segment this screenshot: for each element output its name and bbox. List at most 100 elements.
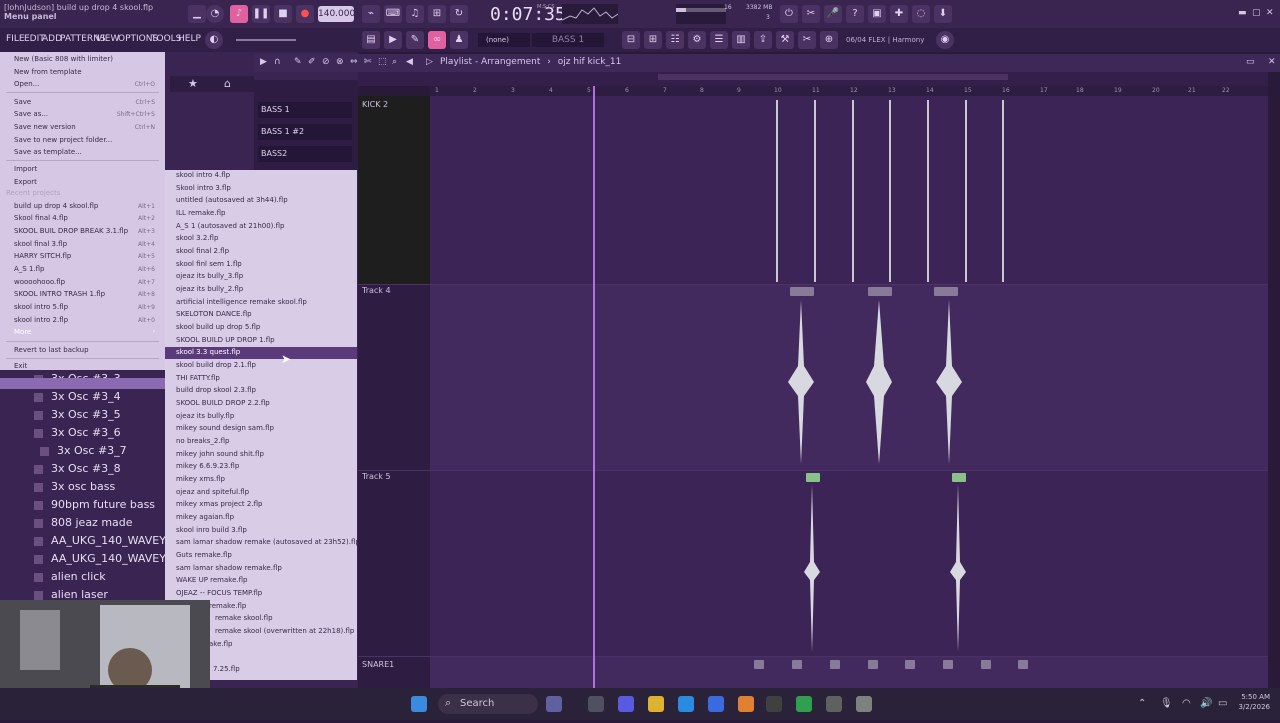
track-lane[interactable] xyxy=(430,96,1268,284)
recent-file[interactable]: skool intro 2.flp xyxy=(14,316,68,324)
pencil-icon[interactable]: ✎ xyxy=(406,31,424,49)
menu-item-export[interactable]: Export xyxy=(14,178,37,186)
mixer-icon[interactable]: ⊟ xyxy=(622,31,640,49)
browser-item[interactable]: 3x Osc #3_8 xyxy=(34,462,121,480)
snap-icon[interactable]: ⌁ xyxy=(362,5,380,23)
step-edit-icon[interactable]: ⊞ xyxy=(428,5,446,23)
recent-file[interactable]: build up drop 4 skool.flp xyxy=(14,202,98,210)
news-ticker[interactable]: 06/04 FLEX | Harmony xyxy=(846,36,924,44)
clip-header[interactable] xyxy=(754,660,764,669)
menu-item-save-version[interactable]: Save new version xyxy=(14,123,76,131)
recent-project[interactable]: remake skool (overwritten at 22h18).flp xyxy=(215,627,354,635)
recent-project[interactable]: mikey xmas project 2.flp xyxy=(176,500,262,508)
recent-project[interactable]: sam lamar shadow remake.flp xyxy=(176,564,282,572)
typing-keyboard-icon[interactable]: ⌨ xyxy=(384,5,402,23)
audio-waveform[interactable] xyxy=(802,482,822,654)
audio-clip[interactable] xyxy=(814,100,816,282)
recent-project[interactable]: skool 3.2.flp xyxy=(176,234,218,242)
recent-project[interactable]: skool final 2.flp xyxy=(176,247,229,255)
select-tool-icon[interactable]: ⬚ xyxy=(378,57,387,67)
stop-button[interactable]: ■ xyxy=(274,5,292,23)
clip-header[interactable] xyxy=(792,660,802,669)
clip-header[interactable] xyxy=(868,660,878,669)
chevron-up-icon[interactable]: ⌃ xyxy=(1138,698,1146,709)
browser-item[interactable]: 3x osc bass xyxy=(34,480,115,498)
channel-selector[interactable]: BASS 1 xyxy=(532,33,604,47)
edge-icon[interactable] xyxy=(678,696,694,712)
piano-icon[interactable]: ☷ xyxy=(666,31,684,49)
file-explorer-icon[interactable] xyxy=(648,696,664,712)
magnet-icon[interactable]: ∩ xyxy=(274,57,281,67)
recent-project[interactable]: remake.flp xyxy=(209,602,246,610)
browser-item[interactable]: alien click xyxy=(34,570,106,588)
wifi-icon[interactable]: ◠ xyxy=(1182,698,1191,709)
clip-header[interactable] xyxy=(934,287,958,296)
menu-file[interactable]: FILE xyxy=(6,34,25,44)
track-header-kick[interactable]: KICK 2 xyxy=(358,96,430,284)
recent-project[interactable]: no breaks_2.flp xyxy=(176,437,229,445)
playback-tool-icon[interactable]: ◀ xyxy=(406,57,413,67)
track-lane[interactable] xyxy=(430,656,1268,688)
recent-file[interactable]: skool final 3.flp xyxy=(14,240,67,248)
countdown-icon[interactable]: ♫ xyxy=(406,5,424,23)
draw-tool-icon[interactable]: ✎ xyxy=(294,57,302,67)
audio-waveform[interactable] xyxy=(934,296,964,468)
menu-view[interactable]: VIEW xyxy=(96,34,119,44)
track-label[interactable]: SNARE1 xyxy=(362,660,394,669)
track-lane[interactable] xyxy=(430,284,1268,470)
task-view-icon[interactable] xyxy=(546,696,562,712)
recent-project[interactable]: ILL remake.flp xyxy=(176,209,225,217)
chrome-icon[interactable] xyxy=(796,696,812,712)
recent-project[interactable]: ojeaz its bully.flp xyxy=(176,412,234,420)
plugin-picker-icon[interactable]: ⚙ xyxy=(688,31,706,49)
browser-item[interactable]: 3x Osc #3_4 xyxy=(34,390,121,408)
browser-icon[interactable]: ☰ xyxy=(710,31,728,49)
recent-project[interactable]: THI FATTY.flp xyxy=(176,374,220,382)
recent-project[interactable]: untitled (autosaved at 3h44).flp xyxy=(176,196,288,204)
menu-item-more[interactable]: More xyxy=(14,328,31,336)
browser-item[interactable]: 3x Osc #3_6 xyxy=(34,426,121,444)
minimize-icon[interactable]: ▁ xyxy=(188,5,206,23)
master-pitch-slider[interactable] xyxy=(236,39,296,41)
recent-project[interactable]: artificial intelligence remake skool.flp xyxy=(176,298,307,306)
audio-clip[interactable] xyxy=(889,100,891,282)
slice-tool-icon[interactable]: ✄ xyxy=(364,57,372,67)
playlist-icon[interactable]: ▤ xyxy=(362,31,380,49)
clip-header[interactable] xyxy=(1018,660,1028,669)
audio-clip[interactable] xyxy=(1002,100,1004,282)
audio-waveform[interactable] xyxy=(948,482,968,654)
plugin-icon[interactable]: ✚ xyxy=(890,5,908,23)
recent-file[interactable]: HARRY SITCH.flp xyxy=(14,252,71,260)
metronome-icon[interactable]: ◔ xyxy=(206,5,224,23)
recent-project[interactable]: SKOOL BUILD DROP 2.2.flp xyxy=(176,399,270,407)
track-lane[interactable] xyxy=(430,470,1268,656)
account-icon[interactable]: ◉ xyxy=(936,31,954,49)
menu-item-open[interactable]: Open... xyxy=(14,80,39,88)
project-icon[interactable]: ▥ xyxy=(732,31,750,49)
recent-project[interactable]: skool build drop 2.1.flp xyxy=(176,361,256,369)
menu-help[interactable]: HELP xyxy=(178,34,201,44)
recent-project[interactable]: mikey sound design sam.flp xyxy=(176,424,274,432)
browser-item[interactable]: 3x Osc #3_5 xyxy=(34,408,121,426)
clip-header[interactable] xyxy=(943,660,953,669)
audio-waveform[interactable] xyxy=(864,296,894,468)
audio-clip[interactable] xyxy=(965,100,967,282)
recent-project[interactable]: skool inro build 3.flp xyxy=(176,526,247,534)
recent-project[interactable]: ake.flp xyxy=(209,640,232,648)
paint-tool-icon[interactable]: ✐ xyxy=(308,57,316,67)
playlist-overview[interactable] xyxy=(358,72,1268,86)
window-close-icon[interactable]: ✕ xyxy=(1266,8,1274,18)
pattern-selector[interactable]: (none) xyxy=(478,33,530,47)
recent-project[interactable]: mikey agaian.flp xyxy=(176,513,234,521)
master-volume-knob[interactable]: ◐ xyxy=(205,31,223,49)
recent-project[interactable]: WAKE UP remake.flp xyxy=(176,576,247,584)
menu-item-revert[interactable]: Revert to last backup xyxy=(14,346,89,354)
recent-project[interactable]: Skool intro 3.flp xyxy=(176,184,231,192)
recent-project[interactable]: mikey xms.flp xyxy=(176,475,225,483)
clip-header[interactable] xyxy=(952,473,966,482)
menu-item-save-template[interactable]: Save as template... xyxy=(14,148,82,156)
recent-project[interactable]: SKOOL BUILD UP DROP 1.flp xyxy=(176,336,275,344)
link-icon[interactable]: ∞ xyxy=(428,31,446,49)
clip-header[interactable] xyxy=(806,473,820,482)
mic-icon[interactable]: 🎤 xyxy=(824,5,842,23)
